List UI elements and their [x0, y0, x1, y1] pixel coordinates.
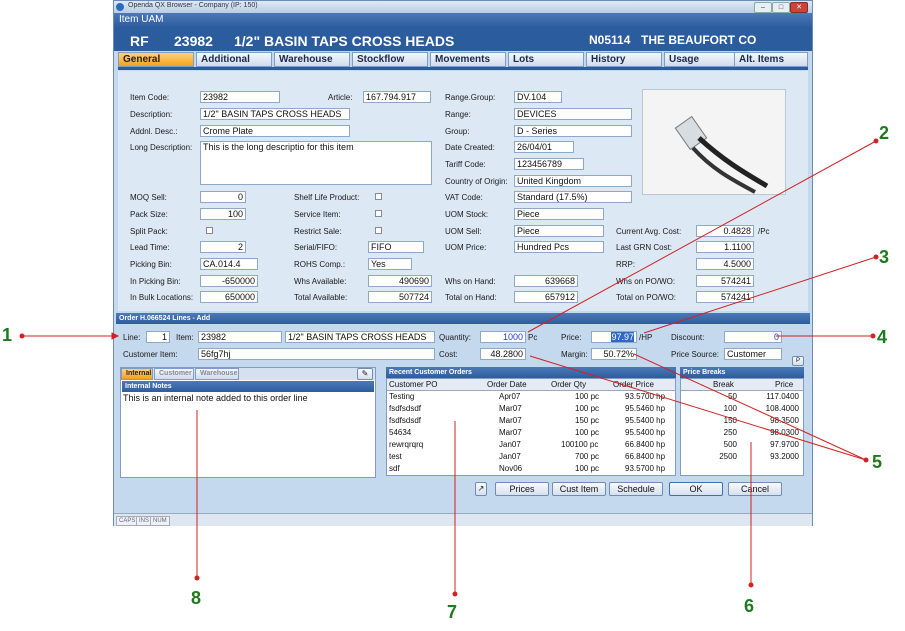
callout-dot-2: [873, 138, 879, 144]
callout-line-5b: [633, 353, 867, 461]
callout-number-2: 2: [879, 123, 890, 143]
callout-dot-5: [863, 457, 869, 463]
callout-arrow-1: [111, 332, 120, 340]
callout-number-3: 3: [879, 247, 890, 267]
callout-dot-1: [19, 333, 25, 339]
callout-line-2: [527, 140, 877, 333]
callout-number-1: 1: [2, 325, 13, 345]
callout-number-7: 7: [447, 602, 458, 622]
callout-number-5: 5: [872, 452, 883, 472]
callout-line-5a: [529, 355, 867, 461]
callout-dot-8: [194, 575, 200, 581]
callout-dot-7: [452, 591, 458, 597]
callout-dot-6: [748, 582, 754, 588]
callout-dot-3: [873, 254, 879, 260]
callout-number-8: 8: [191, 588, 202, 608]
callout-line-3: [643, 256, 877, 334]
callout-lines: [19, 138, 879, 597]
callout-dot-4: [870, 333, 876, 339]
callout-number-4: 4: [877, 327, 888, 347]
callout-number-6: 6: [744, 596, 755, 616]
